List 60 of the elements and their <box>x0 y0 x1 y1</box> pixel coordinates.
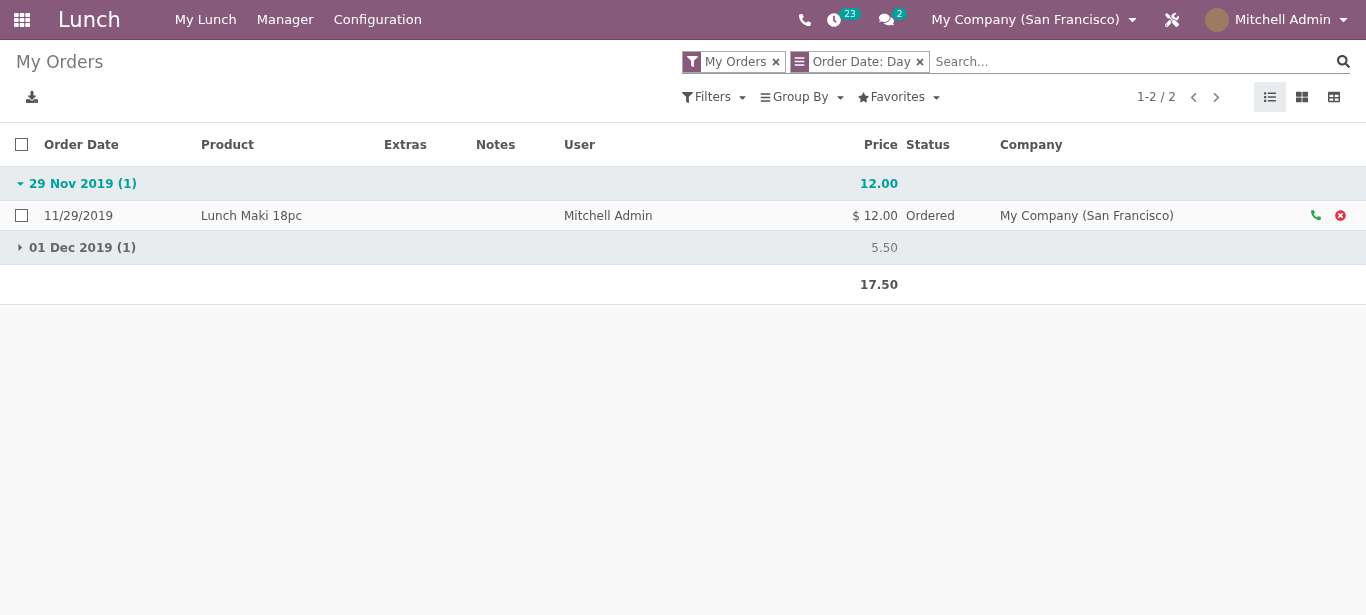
column-header[interactable]: Extras <box>384 137 476 152</box>
select-all-checkbox[interactable] <box>15 138 28 151</box>
apps-menu-icon[interactable] <box>14 11 30 28</box>
menu-item[interactable]: Configuration <box>323 12 432 27</box>
column-header[interactable]: Price <box>802 137 906 152</box>
search-facet[interactable]: Order Date: Day <box>789 50 930 73</box>
search-menu-button[interactable]: Favorites <box>857 90 942 104</box>
star-icon <box>857 91 869 103</box>
pager-value: 1-2 / 2 <box>1137 90 1176 104</box>
phone-icon[interactable] <box>1311 210 1321 220</box>
column-header[interactable]: Order Date <box>44 137 201 152</box>
clock-icon[interactable] <box>827 12 842 27</box>
tools-icon[interactable] <box>1164 12 1179 27</box>
table-cell-text: My Company (San Francisco) <box>1000 208 1175 223</box>
cancel-icon[interactable] <box>1335 210 1346 221</box>
search-menu-button[interactable]: Filters <box>682 90 748 104</box>
search-facet[interactable]: My Orders <box>682 50 786 73</box>
search-menu-button[interactable]: Group By <box>760 90 846 104</box>
menu-item[interactable]: Manager <box>246 12 324 27</box>
table-cell-text: Lunch Maki 18pc <box>201 208 303 223</box>
column-header[interactable]: Product <box>201 137 384 152</box>
download-icon[interactable] <box>26 91 38 103</box>
filter-icon <box>682 91 693 103</box>
column-header[interactable]: Notes <box>476 137 564 152</box>
facet-type-icon <box>790 51 809 72</box>
user-menu[interactable]: Mitchell Admin <box>1194 7 1360 32</box>
menu-item[interactable]: My Lunch <box>164 12 247 27</box>
column-header[interactable]: Company <box>1000 137 1300 152</box>
column-header[interactable]: User <box>564 137 802 152</box>
facet-type-icon <box>683 51 701 72</box>
table-cell-text: Ordered <box>906 208 956 223</box>
view-switch-button[interactable] <box>1254 82 1286 112</box>
list-icon <box>760 91 771 103</box>
remove-icon[interactable] <box>770 56 781 67</box>
table-icon <box>1328 91 1340 103</box>
page-title: My Orders <box>16 52 105 72</box>
list-icon <box>1264 91 1276 103</box>
app-name: Lunch <box>58 7 121 32</box>
grid-icon <box>1296 91 1308 103</box>
grand-total: 17.50 <box>859 277 899 292</box>
next-icon[interactable] <box>1211 91 1222 103</box>
remove-icon[interactable] <box>914 56 925 67</box>
group-header[interactable]: 01 Dec 2019 (1) <box>0 240 802 255</box>
activity-count: 23 <box>839 7 861 20</box>
search-icon[interactable] <box>1337 55 1350 68</box>
avatar <box>1204 7 1229 32</box>
chat-icon[interactable] <box>878 12 894 27</box>
company-switcher[interactable]: My Company (San Francisco) <box>921 12 1149 27</box>
table-cell-text: $ 12.00 <box>851 208 899 223</box>
group-label: 29 Nov 2019 (1) <box>29 176 138 191</box>
table-cell-text: Mitchell Admin <box>564 208 654 223</box>
column-header[interactable]: Status <box>906 137 1000 152</box>
row-checkbox[interactable] <box>15 209 28 222</box>
previous-icon[interactable] <box>1188 91 1199 103</box>
message-count: 2 <box>891 7 908 20</box>
table-cell-text: 11/29/2019 <box>44 208 115 223</box>
group-total: 5.50 <box>870 240 899 255</box>
group-label: 01 Dec 2019 (1) <box>29 240 137 255</box>
group-total: 12.00 <box>859 176 899 191</box>
phone-icon[interactable] <box>799 13 812 26</box>
